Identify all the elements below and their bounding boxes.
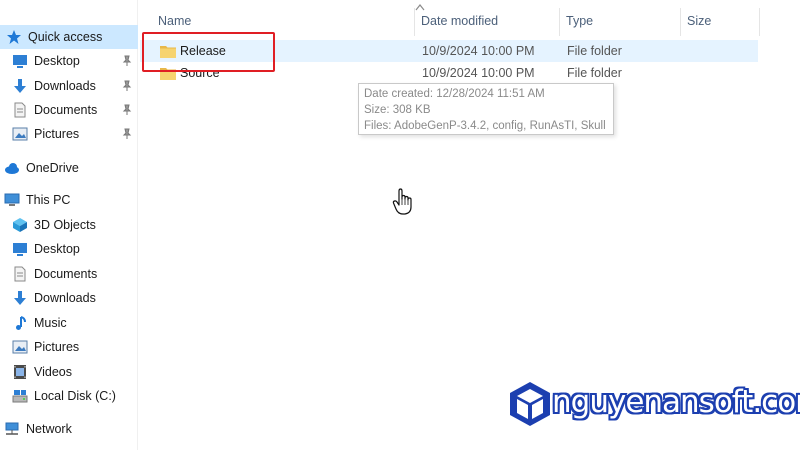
pin-icon[interactable] [122, 80, 132, 92]
nav-label: Desktop [34, 54, 80, 68]
downloads-icon [12, 78, 28, 94]
nav-qa-desktop[interactable]: Desktop [0, 49, 138, 73]
hand-cursor-icon [392, 188, 412, 215]
cloud-icon [4, 160, 20, 176]
file-date-modified: 10/9/2024 10:00 PM [422, 44, 535, 58]
nav-label: Quick access [28, 30, 103, 44]
file-type: File folder [567, 44, 622, 58]
nav-label: Videos [34, 365, 72, 379]
drive-icon [12, 388, 28, 404]
nav-pc-documents[interactable]: Documents [0, 262, 138, 286]
nav-pc-3d-objects[interactable]: 3D Objects [0, 213, 138, 237]
nav-this-pc[interactable]: This PC [0, 188, 138, 212]
highlight-annotation-box [142, 32, 275, 72]
nav-network[interactable]: Network [0, 417, 138, 441]
file-date-modified: 10/9/2024 10:00 PM [422, 66, 535, 80]
column-date-modified-header[interactable]: Date modified [415, 0, 559, 36]
nav-pc-pictures[interactable]: Pictures [0, 335, 138, 359]
star-icon [6, 29, 22, 45]
nav-pc-downloads[interactable]: Downloads [0, 286, 138, 310]
navigation-pane: Quick access Desktop Downloads Documents… [0, 0, 138, 450]
nav-quick-access[interactable]: Quick access [0, 25, 138, 49]
nav-label: Downloads [34, 79, 96, 93]
documents-icon [12, 102, 28, 118]
computer-icon [4, 192, 20, 208]
nav-label: Music [34, 316, 67, 330]
music-icon [12, 315, 28, 331]
nav-label: Network [26, 422, 72, 436]
downloads-icon [12, 290, 28, 306]
nav-onedrive[interactable]: OneDrive [0, 156, 138, 180]
nav-label: Pictures [34, 127, 80, 141]
nav-pc-desktop[interactable]: Desktop [0, 237, 138, 261]
folder-info-tooltip: Date created: 12/28/2024 11:51 AM Size: … [358, 83, 614, 135]
nav-qa-documents[interactable]: Documents [0, 98, 138, 122]
desktop-icon [12, 53, 28, 69]
pin-icon[interactable] [122, 104, 132, 116]
watermark-text: nguyenansoft.com [552, 384, 800, 420]
column-type-header[interactable]: Type [560, 0, 680, 36]
column-separator[interactable] [759, 8, 760, 36]
nav-qa-pictures[interactable]: Pictures [0, 122, 138, 146]
cube-logo-icon [510, 382, 550, 426]
nav-label: OneDrive [26, 161, 79, 175]
watermark-logo: nguyenansoft.com [508, 376, 800, 436]
pictures-icon [12, 339, 28, 355]
file-type: File folder [567, 66, 622, 80]
network-icon [4, 421, 20, 437]
nav-pc-local-disk[interactable]: Local Disk (C:) [0, 384, 138, 408]
tooltip-files: Files: AdobeGenP-3.4.2, config, RunAsTI,… [364, 120, 606, 132]
nav-label: Desktop [34, 242, 80, 256]
nav-label: Local Disk (C:) [34, 389, 116, 403]
nav-pc-videos[interactable]: Videos [0, 360, 138, 384]
nav-label: Downloads [34, 291, 96, 305]
column-size-header[interactable]: Size [681, 0, 759, 36]
nav-label: Documents [34, 103, 98, 117]
documents-icon [12, 266, 28, 282]
nav-label: Documents [34, 267, 98, 281]
pin-icon[interactable] [122, 55, 132, 67]
pictures-icon [12, 126, 28, 142]
nav-label: Pictures [34, 340, 80, 354]
desktop-icon [12, 241, 28, 257]
tooltip-date-created: Date created: 12/28/2024 11:51 AM [364, 88, 545, 100]
tooltip-size: Size: 308 KB [364, 104, 431, 116]
column-header: Name Date modified Type Size [138, 0, 760, 36]
3d-objects-icon [12, 217, 28, 233]
nav-pc-music[interactable]: Music [0, 311, 138, 335]
pin-icon[interactable] [122, 128, 132, 140]
videos-icon [12, 364, 28, 380]
column-name-header[interactable]: Name [152, 0, 414, 36]
nav-label: 3D Objects [34, 218, 96, 232]
nav-qa-downloads[interactable]: Downloads [0, 74, 138, 98]
nav-label: This PC [26, 193, 71, 207]
